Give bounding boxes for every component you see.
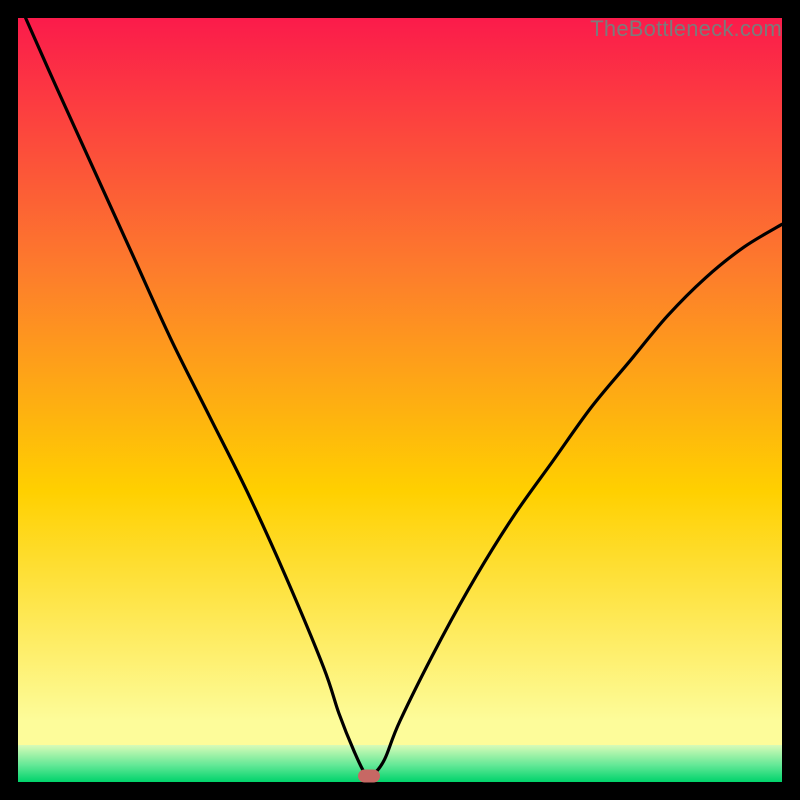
chart-frame: TheBottleneck.com <box>18 18 782 782</box>
bottleneck-curve <box>18 18 782 782</box>
optimum-marker <box>358 769 380 782</box>
watermark-text: TheBottleneck.com <box>590 16 782 42</box>
plot-area: TheBottleneck.com <box>18 18 782 782</box>
